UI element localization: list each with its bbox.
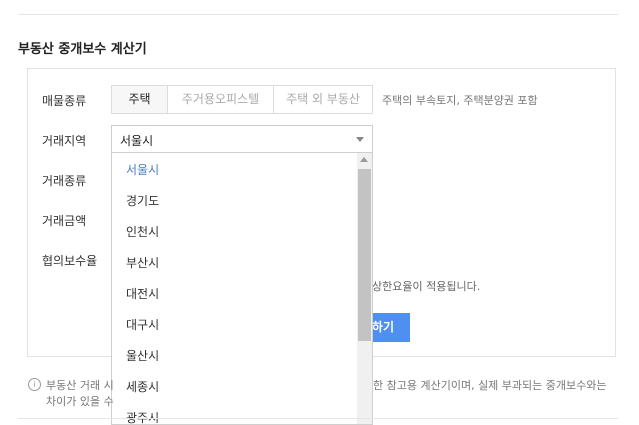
info-text-line1-right: 한 참고용 계산기이며, 실제 부과되는 중개보수와는 bbox=[373, 379, 607, 392]
bottom-divider bbox=[18, 418, 618, 419]
region-option[interactable]: 부산시 bbox=[126, 254, 159, 271]
scrollbar-thumb[interactable] bbox=[358, 169, 371, 341]
region-option[interactable]: 울산시 bbox=[126, 347, 159, 364]
tab-non-housing[interactable]: 주택 외 부동산 bbox=[274, 85, 373, 114]
negotiated-rate-label: 협의보수율 bbox=[42, 254, 98, 268]
scroll-up-arrow-icon[interactable] bbox=[360, 157, 368, 162]
region-option[interactable]: 광주시 bbox=[126, 409, 159, 424]
tab-residential-officetel[interactable]: 주거용오피스텔 bbox=[168, 85, 274, 114]
region-select-value: 서울시 bbox=[120, 134, 154, 148]
info-icon: i bbox=[28, 378, 41, 391]
info-text-line2: 차이가 있을 수 bbox=[46, 395, 114, 408]
region-dropdown-list: 서울시 경기도 인천시 부산시 대전시 대구시 울산시 세종시 광주시 bbox=[111, 153, 373, 425]
deal-type-label: 거래종류 bbox=[42, 174, 87, 188]
region-option[interactable]: 인천시 bbox=[126, 223, 159, 240]
page-title: 부동산 중개보수 계산기 bbox=[18, 42, 147, 57]
property-type-label: 매물종류 bbox=[42, 94, 87, 108]
region-option[interactable]: 서울시 bbox=[126, 161, 159, 178]
region-option[interactable]: 경기도 bbox=[126, 192, 159, 209]
amount-label: 거래금액 bbox=[42, 214, 87, 228]
region-label: 거래지역 bbox=[42, 134, 87, 148]
property-type-tabs: 주택 주거용오피스텔 주택 외 부동산 bbox=[111, 85, 373, 114]
region-option[interactable]: 대전시 bbox=[126, 285, 159, 302]
region-option[interactable]: 대구시 bbox=[126, 316, 159, 333]
region-option[interactable]: 세종시 bbox=[126, 378, 159, 395]
property-type-note: 주택의 부속토지, 주택분양권 포함 bbox=[382, 94, 538, 107]
chevron-down-icon bbox=[356, 137, 364, 142]
dropdown-scrollbar[interactable] bbox=[357, 153, 372, 424]
top-divider bbox=[18, 14, 618, 15]
region-select[interactable]: 서울시 bbox=[111, 125, 373, 153]
rate-note: 상한요율이 적용됩니다. bbox=[372, 280, 481, 293]
tab-housing[interactable]: 주택 bbox=[111, 85, 168, 114]
info-text-line1-left: 부동산 거래 시 bbox=[46, 379, 114, 392]
